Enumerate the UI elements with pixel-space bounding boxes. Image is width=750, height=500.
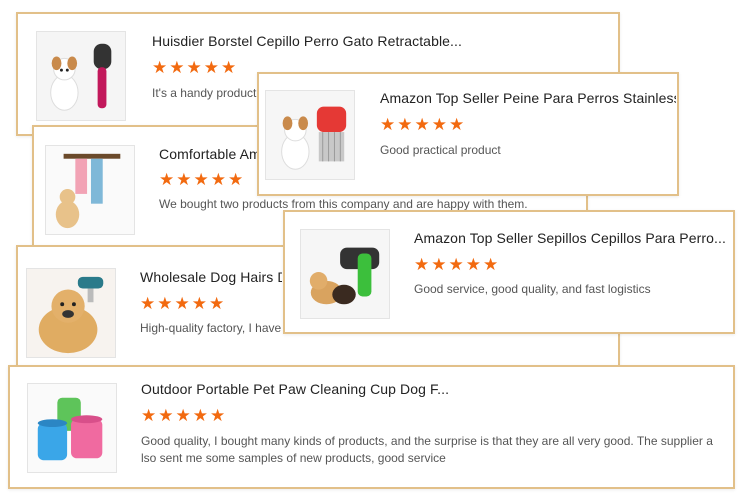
star-icon: ★ bbox=[176, 170, 192, 189]
towel-hanger-image bbox=[46, 146, 134, 234]
star-icon: ★ bbox=[210, 170, 226, 189]
dog-brush-image bbox=[37, 32, 125, 120]
product-thumbnail[interactable] bbox=[300, 229, 390, 319]
star-rating: ★ ★ ★ ★ ★ bbox=[152, 59, 236, 76]
star-icon: ★ bbox=[210, 406, 226, 425]
product-thumbnail[interactable] bbox=[36, 31, 126, 121]
star-icon: ★ bbox=[414, 255, 430, 274]
star-icon: ★ bbox=[192, 406, 208, 425]
star-rating: ★ ★ ★ ★ ★ bbox=[414, 256, 498, 273]
star-rating: ★ ★ ★ ★ ★ bbox=[159, 171, 243, 188]
star-icon: ★ bbox=[397, 115, 413, 134]
star-icon: ★ bbox=[193, 170, 209, 189]
star-rating: ★ ★ ★ ★ ★ bbox=[140, 295, 224, 312]
review-text-line: Good quality, I bought many kinds of pro… bbox=[141, 434, 713, 448]
star-icon: ★ bbox=[431, 115, 447, 134]
product-thumbnail[interactable] bbox=[26, 268, 116, 358]
star-icon: ★ bbox=[157, 294, 173, 313]
star-icon: ★ bbox=[175, 406, 191, 425]
star-rating: ★ ★ ★ ★ ★ bbox=[380, 116, 464, 133]
star-icon: ★ bbox=[228, 170, 244, 189]
star-icon: ★ bbox=[158, 406, 174, 425]
product-title[interactable]: Comfortable Am bbox=[159, 146, 269, 162]
flea-comb-image bbox=[266, 91, 354, 179]
product-title[interactable]: Outdoor Portable Pet Paw Cleaning Cup Do… bbox=[141, 381, 451, 397]
star-icon: ★ bbox=[449, 115, 465, 134]
star-icon: ★ bbox=[209, 294, 225, 313]
review-text: It's a handy product bbox=[152, 86, 257, 100]
product-title[interactable]: Amazon Top Seller Peine Para Perros Stai… bbox=[380, 90, 676, 106]
star-rating: ★ ★ ★ ★ ★ bbox=[141, 407, 225, 424]
review-card[interactable]: Outdoor Portable Pet Paw Cleaning Cup Do… bbox=[8, 365, 735, 489]
self-cleaning-brush-image bbox=[301, 230, 389, 318]
star-icon: ★ bbox=[169, 58, 185, 77]
review-text: Good practical product bbox=[380, 143, 501, 157]
star-icon: ★ bbox=[140, 294, 156, 313]
star-icon: ★ bbox=[159, 170, 175, 189]
star-icon: ★ bbox=[221, 58, 237, 77]
star-icon: ★ bbox=[483, 255, 499, 274]
star-icon: ★ bbox=[186, 58, 202, 77]
retriever-grooming-image bbox=[27, 269, 115, 357]
product-title[interactable]: Amazon Top Seller Sepillos Cepillos Para… bbox=[414, 230, 732, 246]
star-icon: ★ bbox=[141, 406, 157, 425]
star-icon: ★ bbox=[174, 294, 190, 313]
star-icon: ★ bbox=[465, 255, 481, 274]
review-card[interactable]: Amazon Top Seller Peine Para Perros Stai… bbox=[257, 72, 679, 196]
product-thumbnail[interactable] bbox=[27, 383, 117, 473]
star-icon: ★ bbox=[191, 294, 207, 313]
star-icon: ★ bbox=[414, 115, 430, 134]
product-title[interactable]: Huisdier Borstel Cepillo Perro Gato Retr… bbox=[152, 33, 462, 49]
product-thumbnail[interactable] bbox=[45, 145, 135, 235]
star-icon: ★ bbox=[152, 58, 168, 77]
review-card[interactable]: Amazon Top Seller Sepillos Cepillos Para… bbox=[283, 210, 735, 334]
review-text: High-quality factory, I have bbox=[140, 321, 282, 335]
star-icon: ★ bbox=[448, 255, 464, 274]
star-icon: ★ bbox=[380, 115, 396, 134]
review-text: Good quality, I bought many kinds of pro… bbox=[141, 433, 731, 467]
review-text-line: lso sent me some samples of new products… bbox=[141, 451, 446, 465]
product-title[interactable]: Wholesale Dog Hairs D bbox=[140, 269, 282, 285]
product-thumbnail[interactable] bbox=[265, 90, 355, 180]
paw-cup-image bbox=[28, 384, 116, 472]
star-icon: ★ bbox=[431, 255, 447, 274]
review-text: Good service, good quality, and fast log… bbox=[414, 282, 651, 296]
star-icon: ★ bbox=[203, 58, 219, 77]
